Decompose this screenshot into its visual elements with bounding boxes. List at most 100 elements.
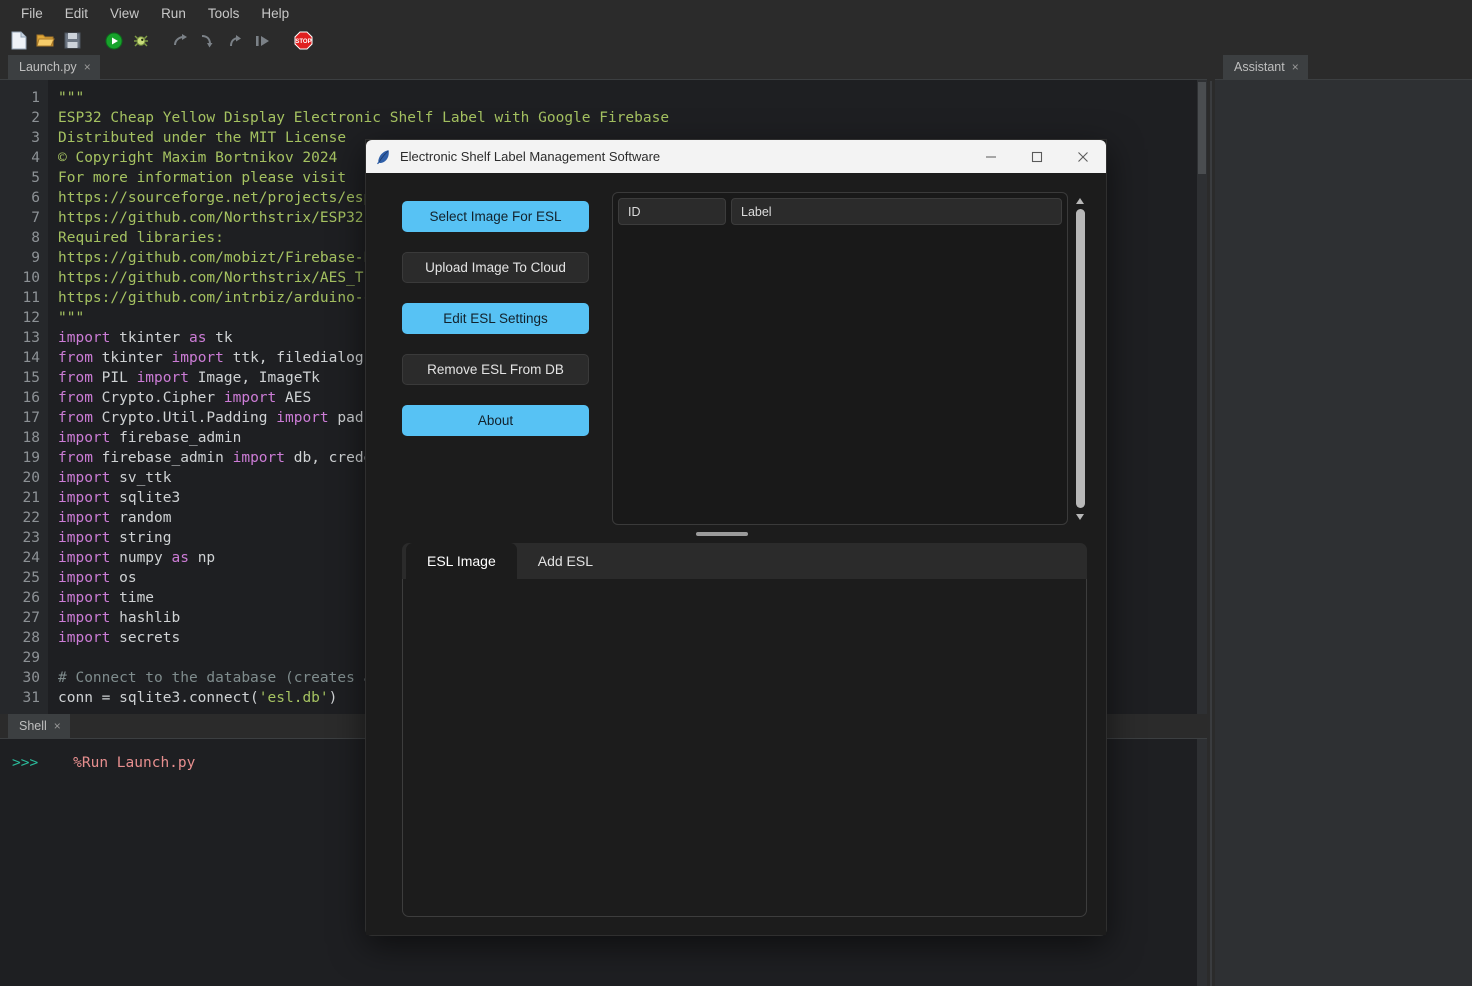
line-number: 26 xyxy=(22,590,40,606)
feather-icon xyxy=(366,149,400,165)
line-number: 25 xyxy=(22,570,40,586)
svg-text:STOP: STOP xyxy=(295,39,311,45)
stop-icon[interactable]: STOP xyxy=(291,28,316,53)
line-number: 24 xyxy=(22,550,40,566)
menu-run[interactable]: Run xyxy=(150,3,197,24)
menu-tools[interactable]: Tools xyxy=(197,3,251,24)
close-button[interactable] xyxy=(1060,140,1106,173)
dialog-body: Select Image For ESL Upload Image To Clo… xyxy=(366,173,1106,935)
action-button-column: Select Image For ESL Upload Image To Clo… xyxy=(402,192,589,525)
tab-launch-py-label: Launch.py xyxy=(19,60,77,74)
maximize-button[interactable] xyxy=(1014,140,1060,173)
dialog-top-section: Select Image For ESL Upload Image To Clo… xyxy=(366,192,1106,525)
dialog-title-text: Electronic Shelf Label Management Softwa… xyxy=(400,149,661,164)
line-number: 8 xyxy=(31,230,40,246)
remove-esl-from-db-button[interactable]: Remove ESL From DB xyxy=(402,354,589,385)
line-number-gutter: 1 2 3 4 5 6 7 8 9 10 11 12 13 14 15 16 17 18 19 20 21 22 23 24 2… xyxy=(0,80,48,714)
menu-edit[interactable]: Edit xyxy=(54,3,99,24)
treeview-rows[interactable] xyxy=(618,225,1062,519)
notebook-tabstrip: ESL Image Add ESL xyxy=(402,543,1087,579)
line-number: 16 xyxy=(22,390,40,406)
tab-shell[interactable]: Shell × xyxy=(8,714,70,738)
close-icon[interactable]: × xyxy=(1292,61,1299,73)
shell-vertical-scrollbar[interactable] xyxy=(1197,739,1207,986)
line-number: 2 xyxy=(31,110,40,126)
line-number: 31 xyxy=(22,690,40,706)
new-file-icon[interactable] xyxy=(6,28,31,53)
tab-assistant[interactable]: Assistant × xyxy=(1223,55,1308,79)
assistant-panel-body xyxy=(1215,79,1472,986)
line-number: 20 xyxy=(22,470,40,486)
step-into-icon[interactable] xyxy=(196,28,221,53)
line-number: 9 xyxy=(31,250,40,266)
menu-help[interactable]: Help xyxy=(250,3,300,24)
dialog-sash[interactable] xyxy=(366,525,1106,543)
line-number: 17 xyxy=(22,410,40,426)
line-number: 5 xyxy=(31,170,40,186)
shell-command: %Run Launch.py xyxy=(73,755,196,771)
line-number: 21 xyxy=(22,490,40,506)
code-line: """ xyxy=(58,90,85,106)
sash-grip-handle[interactable] xyxy=(696,532,748,536)
line-number: 1 xyxy=(31,90,40,106)
debug-icon[interactable] xyxy=(128,28,153,53)
assistant-tabstrip: Assistant × xyxy=(1215,55,1472,79)
line-number: 14 xyxy=(22,350,40,366)
tab-add-esl[interactable]: Add ESL xyxy=(517,543,614,579)
upload-image-to-cloud-button[interactable]: Upload Image To Cloud xyxy=(402,252,589,283)
vertical-splitter[interactable] xyxy=(1207,55,1215,986)
select-image-for-esl-button[interactable]: Select Image For ESL xyxy=(402,201,589,232)
menu-view[interactable]: View xyxy=(99,3,150,24)
tab-shell-label: Shell xyxy=(19,719,47,733)
column-header-label[interactable]: Label xyxy=(731,198,1062,225)
line-number: 13 xyxy=(22,330,40,346)
line-number: 28 xyxy=(22,630,40,646)
edit-esl-settings-button[interactable]: Edit ESL Settings xyxy=(402,303,589,334)
scroll-down-icon[interactable] xyxy=(1074,510,1086,523)
column-header-id[interactable]: ID xyxy=(618,198,726,225)
editor-tabstrip: Launch.py × xyxy=(0,55,1207,79)
scroll-up-icon[interactable] xyxy=(1074,194,1086,207)
close-icon[interactable]: × xyxy=(84,61,91,73)
toolbar: STOP xyxy=(0,26,1472,55)
line-number: 10 xyxy=(22,270,40,286)
minimize-button[interactable] xyxy=(968,140,1014,173)
line-number: 11 xyxy=(22,290,40,306)
treeview-vertical-scrollbar[interactable] xyxy=(1073,192,1087,525)
step-over-icon[interactable] xyxy=(169,28,194,53)
dialog-title-bar[interactable]: Electronic Shelf Label Management Softwa… xyxy=(366,140,1106,173)
line-number: 12 xyxy=(22,310,40,326)
menu-bar: File Edit View Run Tools Help xyxy=(0,0,1472,26)
line-number: 3 xyxy=(31,130,40,146)
step-out-icon[interactable] xyxy=(223,28,248,53)
line-number: 22 xyxy=(22,510,40,526)
resume-icon[interactable] xyxy=(250,28,275,53)
dialog-notebook: ESL Image Add ESL xyxy=(402,543,1087,917)
esl-image-preview-panel xyxy=(402,579,1087,917)
editor-scrollbar-thumb[interactable] xyxy=(1198,82,1206,174)
editor-vertical-scrollbar[interactable] xyxy=(1197,80,1207,714)
treeview-scrollbar-thumb[interactable] xyxy=(1075,209,1085,508)
line-number: 30 xyxy=(22,670,40,686)
about-button[interactable]: About xyxy=(402,405,589,436)
esl-list-area: ID Label xyxy=(612,192,1087,525)
line-number: 18 xyxy=(22,430,40,446)
run-icon[interactable] xyxy=(101,28,126,53)
treeview-header-row: ID Label xyxy=(618,198,1062,225)
save-icon[interactable] xyxy=(60,28,85,53)
line-number: 19 xyxy=(22,450,40,466)
line-number: 6 xyxy=(31,190,40,206)
esl-treeview[interactable]: ID Label xyxy=(612,192,1068,525)
close-icon[interactable]: × xyxy=(54,720,61,732)
line-number: 23 xyxy=(22,530,40,546)
tab-esl-image[interactable]: ESL Image xyxy=(406,543,517,579)
line-number: 15 xyxy=(22,370,40,386)
assistant-column: Assistant × xyxy=(1215,55,1472,986)
line-number: 27 xyxy=(22,610,40,626)
code-line: ESP32 Cheap Yellow Display Electronic Sh… xyxy=(58,110,670,126)
menu-file[interactable]: File xyxy=(10,3,54,24)
line-number: 29 xyxy=(22,650,40,666)
open-folder-icon[interactable] xyxy=(33,28,58,53)
shell-prompt: >>> xyxy=(12,755,39,771)
tab-launch-py[interactable]: Launch.py × xyxy=(8,55,100,79)
